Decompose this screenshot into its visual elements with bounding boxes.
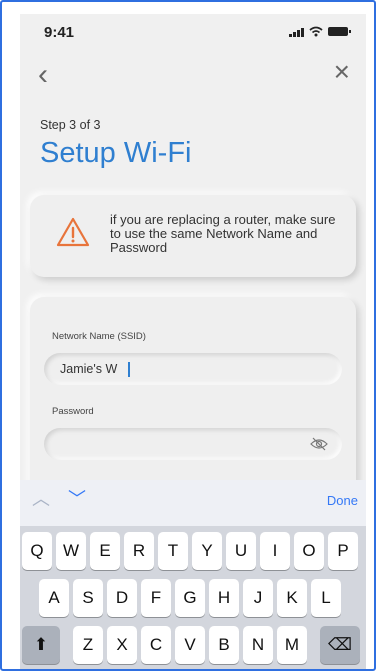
key-j[interactable]: J — [243, 579, 273, 617]
key-p[interactable]: P — [328, 532, 358, 570]
key-x[interactable]: X — [107, 626, 137, 664]
key-e[interactable]: E — [90, 532, 120, 570]
key-m[interactable]: M — [277, 626, 307, 664]
status-icons — [289, 26, 351, 37]
key-z[interactable]: Z — [73, 626, 103, 664]
network-name-label: Network Name (SSID) — [52, 331, 146, 342]
page-title: Setup Wi-Fi — [40, 137, 192, 169]
key-g[interactable]: G — [175, 579, 205, 617]
key-d[interactable]: D — [107, 579, 137, 617]
key-v[interactable]: V — [175, 626, 205, 664]
back-button[interactable]: ‹ — [38, 60, 48, 90]
warning-text: if you are replacing a router, make sure… — [110, 212, 336, 255]
key-c[interactable]: C — [141, 626, 171, 664]
key-s[interactable]: S — [73, 579, 103, 617]
key-h[interactable]: H — [209, 579, 239, 617]
delete-key[interactable]: ⌫ — [320, 626, 360, 664]
previous-field-chevron-up-icon[interactable]: ︿ — [32, 490, 50, 508]
keyboard: Q W E R T Y U I O P A S D F G H J K L ⬆ … — [20, 526, 366, 669]
wifi-icon — [309, 26, 323, 37]
key-u[interactable]: U — [226, 532, 256, 570]
key-y[interactable]: Y — [192, 532, 222, 570]
key-a[interactable]: A — [39, 579, 69, 617]
battery-icon — [328, 27, 351, 36]
show-password-eye-icon[interactable] — [310, 436, 328, 452]
key-n[interactable]: N — [243, 626, 273, 664]
password-label: Password — [52, 406, 94, 417]
key-i[interactable]: I — [260, 532, 290, 570]
close-button[interactable]: × — [334, 58, 350, 86]
key-l[interactable]: L — [311, 579, 341, 617]
phone-screen: 9:41 ‹ × Step 3 of 3 Setup Wi-Fi if you … — [20, 14, 366, 669]
key-f[interactable]: F — [141, 579, 171, 617]
signal-icon — [289, 27, 304, 37]
key-q[interactable]: Q — [22, 532, 52, 570]
shift-key[interactable]: ⬆ — [22, 626, 60, 664]
status-time: 9:41 — [44, 24, 75, 41]
screenshot-frame: 9:41 ‹ × Step 3 of 3 Setup Wi-Fi if you … — [0, 0, 376, 671]
key-k[interactable]: K — [277, 579, 307, 617]
warning-card: if you are replacing a router, make sure… — [30, 195, 356, 277]
key-o[interactable]: O — [294, 532, 324, 570]
password-input[interactable] — [60, 428, 290, 460]
key-t[interactable]: T — [158, 532, 188, 570]
next-field-chevron-down-icon[interactable]: ﹀ — [68, 490, 86, 508]
status-bar: 9:41 — [20, 14, 366, 50]
key-r[interactable]: R — [124, 532, 154, 570]
step-indicator: Step 3 of 3 — [40, 118, 101, 132]
keyboard-accessory-bar: ︿ ﹀ Done — [20, 480, 366, 526]
network-name-field[interactable] — [44, 353, 342, 385]
password-field[interactable] — [44, 428, 342, 460]
wifi-form-card: Network Name (SSID) Password — [30, 297, 356, 497]
key-w[interactable]: W — [56, 532, 86, 570]
text-cursor — [128, 362, 130, 377]
done-button[interactable]: Done — [327, 493, 358, 508]
key-b[interactable]: B — [209, 626, 239, 664]
warning-triangle-icon — [56, 217, 90, 247]
network-name-input[interactable] — [60, 353, 290, 385]
